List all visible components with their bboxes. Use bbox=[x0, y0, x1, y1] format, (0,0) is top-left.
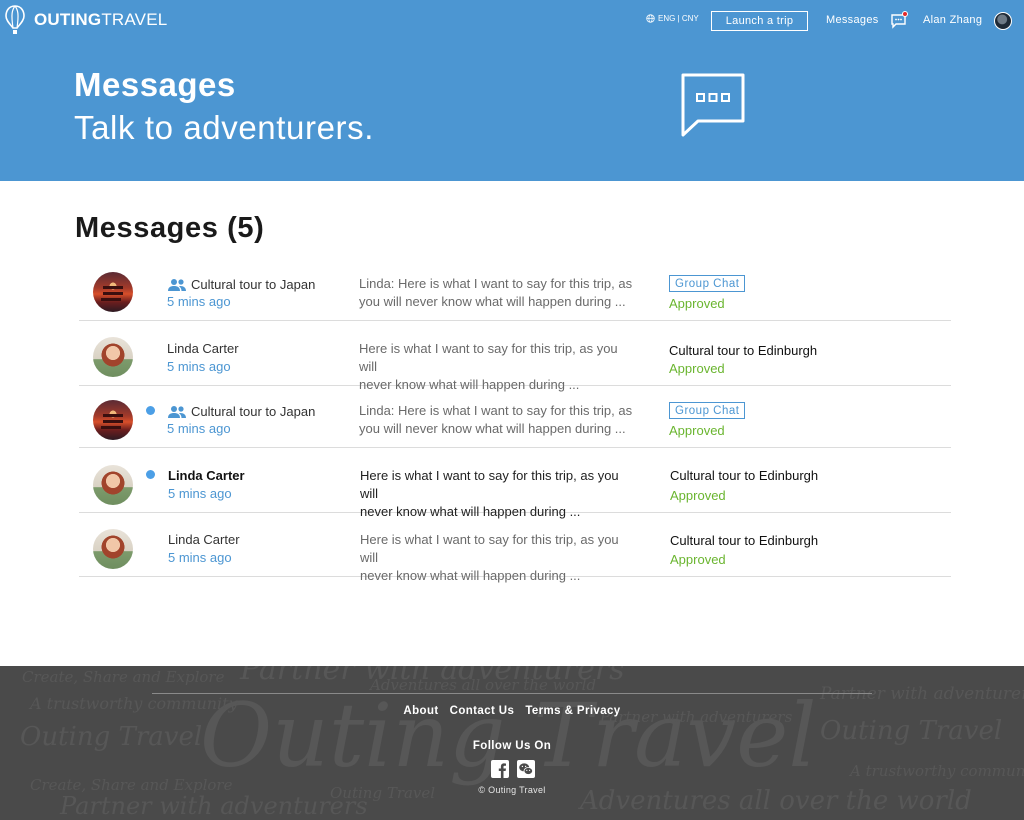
footer-link-contact[interactable]: Contact Us bbox=[450, 705, 515, 717]
globe-icon bbox=[646, 14, 655, 23]
message-row[interactable]: Cultural tour to Japan 5 mins ago Linda:… bbox=[79, 386, 951, 448]
trip-name: Cultural tour to Edinburgh bbox=[670, 533, 819, 548]
avatar bbox=[93, 272, 133, 312]
message-title: Linda Carter bbox=[168, 468, 245, 483]
message-title: Linda Carter bbox=[167, 341, 239, 356]
brand-logo[interactable]: OUTINGTRAVEL bbox=[5, 5, 167, 35]
footer-watermark-text: Adventures all over the world bbox=[370, 676, 597, 694]
avatar bbox=[93, 465, 133, 505]
message-preview: Here is what I want to say for this trip… bbox=[360, 532, 619, 583]
launch-trip-button[interactable]: Launch a trip bbox=[711, 11, 808, 31]
balloon-logo-icon bbox=[5, 5, 25, 34]
language-switch[interactable]: ENG | CNY bbox=[646, 14, 699, 23]
user-avatar[interactable] bbox=[994, 12, 1012, 30]
wechat-icon[interactable] bbox=[517, 760, 535, 778]
footer-watermark-text: Partner with adventurers bbox=[820, 684, 1024, 704]
message-time: 5 mins ago bbox=[167, 294, 231, 309]
status-label: Approved bbox=[669, 296, 725, 311]
message-row[interactable]: Linda Carter 5 mins ago Here is what I w… bbox=[79, 321, 951, 392]
footer-watermark-text: A trustworthy community bbox=[850, 762, 1024, 780]
nav-messages-link[interactable]: Messages bbox=[826, 14, 879, 26]
group-chat-badge: Group Chat bbox=[669, 402, 746, 419]
status-label: Approved bbox=[669, 361, 725, 376]
speech-bubble-icon bbox=[681, 73, 745, 137]
avatar bbox=[93, 529, 133, 569]
footer-links: About Contact Us Terms & Privacy bbox=[0, 705, 1024, 717]
unread-dot bbox=[146, 406, 155, 415]
status-label: Approved bbox=[670, 488, 726, 503]
status-label: Approved bbox=[669, 423, 725, 438]
message-time: 5 mins ago bbox=[168, 550, 232, 565]
message-time: 5 mins ago bbox=[167, 421, 231, 436]
message-row[interactable]: Linda Carter 5 mins ago Here is what I w… bbox=[79, 513, 951, 583]
message-row[interactable]: Linda Carter 5 mins ago Here is what I w… bbox=[79, 448, 951, 519]
user-name[interactable]: Alan Zhang bbox=[923, 14, 982, 26]
hero-banner: OUTINGTRAVEL ENG | CNY Launch a trip Mes… bbox=[0, 0, 1024, 181]
group-icon bbox=[168, 405, 186, 418]
message-title: Cultural tour to Japan bbox=[167, 277, 315, 292]
language-label: ENG | CNY bbox=[658, 14, 699, 23]
message-preview: Linda: Here is what I want to say for th… bbox=[359, 276, 633, 309]
trip-name: Cultural tour to Edinburgh bbox=[670, 468, 819, 483]
footer-link-terms[interactable]: Terms & Privacy bbox=[525, 705, 620, 717]
trip-name: Cultural tour to Edinburgh bbox=[669, 343, 818, 358]
notification-dot bbox=[902, 11, 908, 17]
hero-title: Messages bbox=[74, 66, 236, 103]
hero-subtitle: Talk to adventurers. bbox=[74, 109, 374, 146]
footer-divider bbox=[152, 693, 872, 694]
top-nav: OUTINGTRAVEL ENG | CNY Launch a trip Mes… bbox=[0, 0, 1024, 40]
avatar bbox=[93, 400, 133, 440]
footer-watermark-text: Partner with adventurers bbox=[60, 792, 368, 820]
group-chat-badge: Group Chat bbox=[669, 275, 746, 292]
message-time: 5 mins ago bbox=[168, 486, 232, 501]
status-label: Approved bbox=[670, 552, 726, 567]
page-title: Messages (5) bbox=[75, 212, 265, 244]
message-title: Linda Carter bbox=[168, 532, 240, 547]
message-row[interactable]: Cultural tour to Japan 5 mins ago Linda:… bbox=[79, 256, 951, 321]
footer-link-about[interactable]: About bbox=[403, 705, 438, 717]
footer-watermark-text: Create, Share and Explore bbox=[22, 668, 225, 686]
follow-label: Follow Us On bbox=[472, 740, 552, 752]
avatar bbox=[93, 337, 133, 377]
facebook-icon[interactable] bbox=[491, 760, 509, 778]
message-time: 5 mins ago bbox=[167, 359, 231, 374]
copyright: © Outing Travel bbox=[478, 785, 546, 795]
message-preview: Linda: Here is what I want to say for th… bbox=[359, 403, 633, 436]
group-icon bbox=[168, 278, 186, 291]
footer: Outing Travel Create, Share and Explore … bbox=[0, 666, 1024, 820]
brand-name: OUTINGTRAVEL bbox=[34, 10, 168, 29]
unread-dot bbox=[146, 470, 155, 479]
message-title: Cultural tour to Japan bbox=[167, 404, 315, 419]
